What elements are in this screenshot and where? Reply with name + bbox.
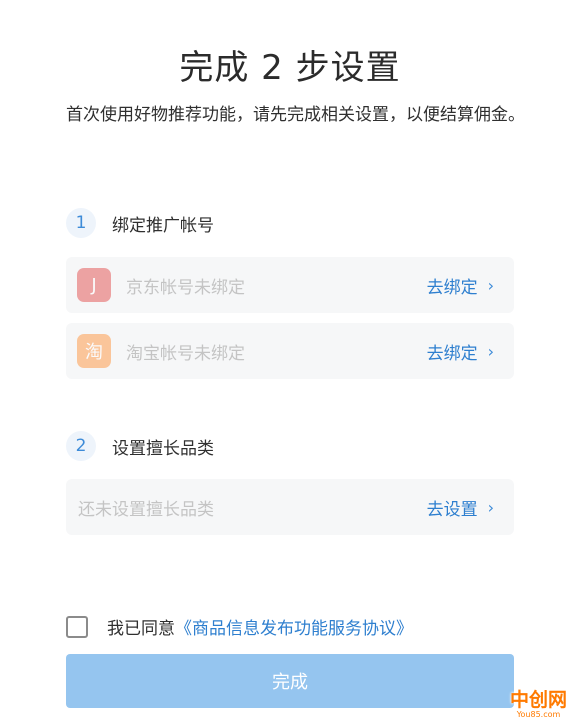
jd-logo-icon: J xyxy=(77,268,111,302)
chevron-right-icon: › xyxy=(487,497,494,517)
setup-description: 首次使用好物推荐功能，请先完成相关设置，以便结算佣金。 xyxy=(66,105,525,125)
bind-taobao-button[interactable]: 去绑定 › xyxy=(427,339,494,364)
agreement-prefix: 我已同意 xyxy=(107,619,175,639)
step-1-header: 1 绑定推广帐号 xyxy=(66,208,214,238)
taobao-account-row[interactable]: 淘 淘宝帐号未绑定 去绑定 › xyxy=(66,323,514,379)
watermark-logo: 中创网 You85.com xyxy=(497,676,580,727)
chevron-right-icon: › xyxy=(487,275,494,295)
bind-taobao-label: 去绑定 xyxy=(426,343,478,364)
watermark-text: 中创网 xyxy=(509,688,567,711)
set-category-button[interactable]: 去设置 › xyxy=(427,495,494,520)
agreement-row: 我已同意 《商品信息发布功能服务协议》 xyxy=(66,614,413,639)
category-status: 还未设置擅长品类 xyxy=(78,499,214,520)
watermark-url: You85.com xyxy=(516,709,561,719)
step-2-label: 设置擅长品类 xyxy=(112,438,214,459)
set-category-label: 去设置 xyxy=(426,499,478,520)
page-title: 完成 2 步设置 xyxy=(179,48,401,88)
category-row[interactable]: 还未设置擅长品类 去设置 › xyxy=(66,479,514,535)
bind-jd-label: 去绑定 xyxy=(426,277,478,298)
step-1-number: 1 xyxy=(66,208,96,238)
step-2-header: 2 设置擅长品类 xyxy=(66,431,214,461)
jd-account-row[interactable]: J 京东帐号未绑定 去绑定 › xyxy=(66,257,514,313)
bind-jd-button[interactable]: 去绑定 › xyxy=(427,273,494,298)
done-button[interactable]: 完成 xyxy=(66,654,514,708)
chevron-right-icon: › xyxy=(487,341,494,361)
taobao-account-status: 淘宝帐号未绑定 xyxy=(126,343,245,364)
agreement-checkbox[interactable] xyxy=(66,615,88,638)
step-1-label: 绑定推广帐号 xyxy=(112,215,214,236)
taobao-logo-icon: 淘 xyxy=(77,334,111,368)
step-2-number: 2 xyxy=(66,431,96,461)
agreement-link[interactable]: 《商品信息发布功能服务协议》 xyxy=(175,614,413,639)
jd-account-status: 京东帐号未绑定 xyxy=(126,277,245,298)
